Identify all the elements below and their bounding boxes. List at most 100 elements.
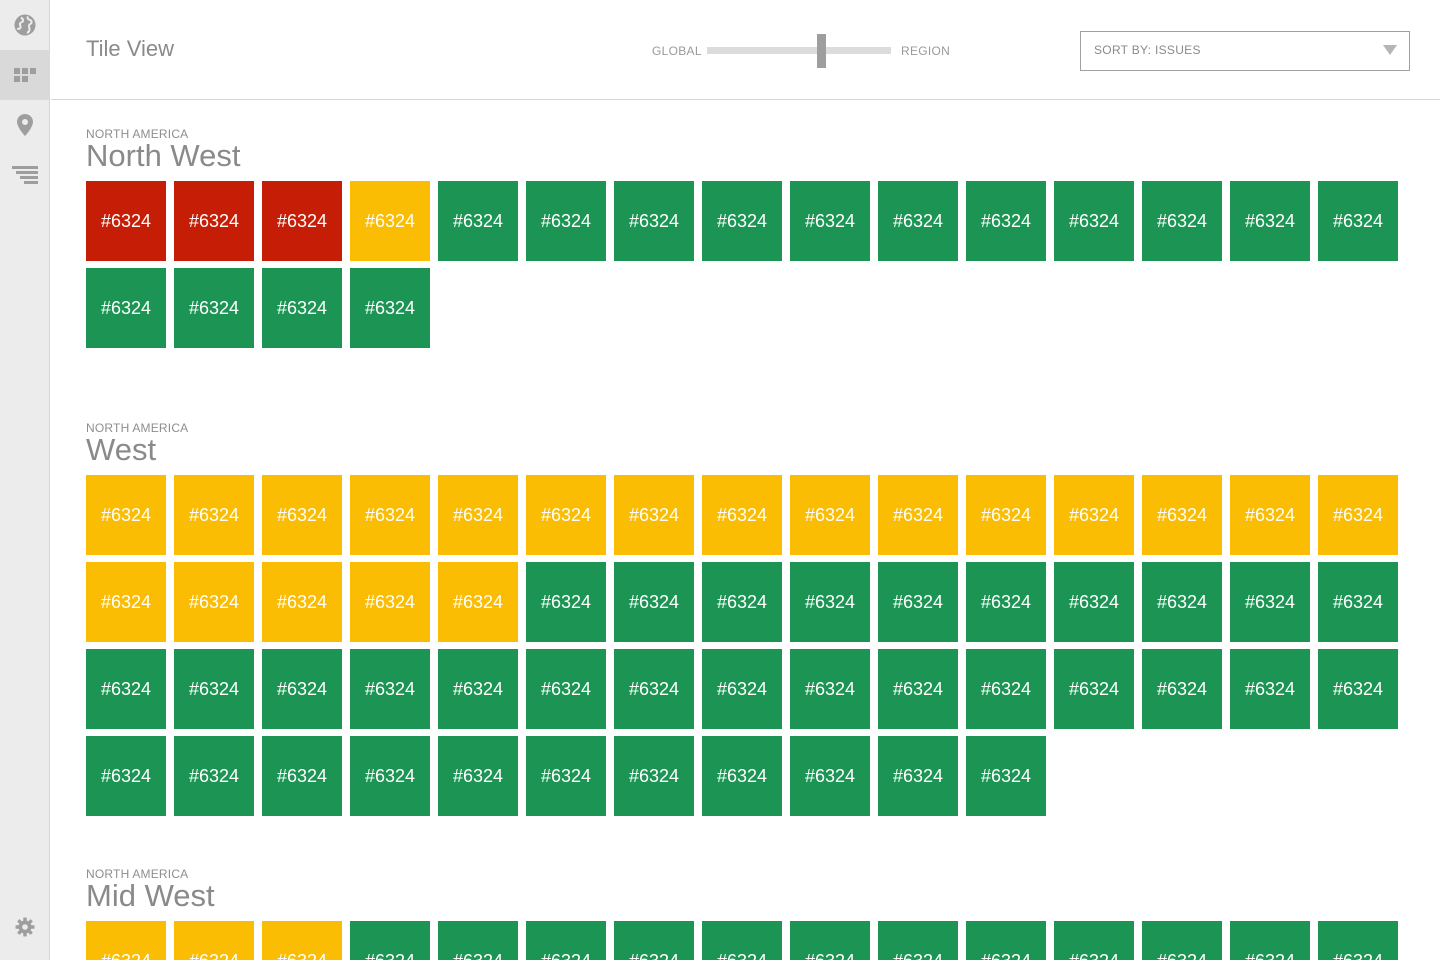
tile-green[interactable]: #6324 bbox=[966, 921, 1046, 960]
tile-yellow[interactable]: #6324 bbox=[702, 475, 782, 555]
tile-green[interactable]: #6324 bbox=[526, 562, 606, 642]
tile-green[interactable]: #6324 bbox=[1230, 181, 1310, 261]
tile-yellow[interactable]: #6324 bbox=[438, 475, 518, 555]
tile-green[interactable]: #6324 bbox=[262, 736, 342, 816]
tile-green[interactable]: #6324 bbox=[1054, 921, 1134, 960]
tile-green[interactable]: #6324 bbox=[86, 268, 166, 348]
tile-green[interactable]: #6324 bbox=[1318, 562, 1398, 642]
tile-green[interactable]: #6324 bbox=[1142, 181, 1222, 261]
tile-yellow[interactable]: #6324 bbox=[174, 475, 254, 555]
tile-green[interactable]: #6324 bbox=[790, 562, 870, 642]
tile-red[interactable]: #6324 bbox=[174, 181, 254, 261]
tile-yellow[interactable]: #6324 bbox=[174, 921, 254, 960]
tile-green[interactable]: #6324 bbox=[614, 649, 694, 729]
tile-green[interactable]: #6324 bbox=[878, 736, 958, 816]
tile-green[interactable]: #6324 bbox=[1318, 921, 1398, 960]
tile-green[interactable]: #6324 bbox=[438, 181, 518, 261]
tile-green[interactable]: #6324 bbox=[702, 649, 782, 729]
tile-green[interactable]: #6324 bbox=[262, 268, 342, 348]
tile-green[interactable]: #6324 bbox=[614, 921, 694, 960]
tile-green[interactable]: #6324 bbox=[438, 736, 518, 816]
tile-yellow[interactable]: #6324 bbox=[1054, 475, 1134, 555]
tile-green[interactable]: #6324 bbox=[702, 562, 782, 642]
nav-item-tiles[interactable] bbox=[0, 50, 50, 100]
tile-yellow[interactable]: #6324 bbox=[966, 475, 1046, 555]
tile-yellow[interactable]: #6324 bbox=[174, 562, 254, 642]
tile-green[interactable]: #6324 bbox=[438, 921, 518, 960]
tile-green[interactable]: #6324 bbox=[174, 649, 254, 729]
tile-green[interactable]: #6324 bbox=[1054, 649, 1134, 729]
tile-yellow[interactable]: #6324 bbox=[790, 475, 870, 555]
tile-green[interactable]: #6324 bbox=[262, 649, 342, 729]
tile-green[interactable]: #6324 bbox=[350, 736, 430, 816]
tile-yellow[interactable]: #6324 bbox=[350, 181, 430, 261]
tile-green[interactable]: #6324 bbox=[1318, 181, 1398, 261]
tile-green[interactable]: #6324 bbox=[966, 649, 1046, 729]
tile-green[interactable]: #6324 bbox=[1230, 921, 1310, 960]
tile-green[interactable]: #6324 bbox=[614, 736, 694, 816]
tile-yellow[interactable]: #6324 bbox=[878, 475, 958, 555]
tile-green[interactable]: #6324 bbox=[1142, 921, 1222, 960]
tile-green[interactable]: #6324 bbox=[86, 736, 166, 816]
tile-green[interactable]: #6324 bbox=[526, 181, 606, 261]
tile-yellow[interactable]: #6324 bbox=[1318, 475, 1398, 555]
tile-green[interactable]: #6324 bbox=[1230, 649, 1310, 729]
tile-green[interactable]: #6324 bbox=[1318, 649, 1398, 729]
tile-green[interactable]: #6324 bbox=[350, 268, 430, 348]
tile-green[interactable]: #6324 bbox=[702, 736, 782, 816]
tile-green[interactable]: #6324 bbox=[878, 562, 958, 642]
sort-dropdown[interactable]: SORT BY: ISSUES bbox=[1080, 31, 1410, 71]
tile-yellow[interactable]: #6324 bbox=[614, 475, 694, 555]
tile-green[interactable]: #6324 bbox=[966, 181, 1046, 261]
tile-yellow[interactable]: #6324 bbox=[86, 562, 166, 642]
tile-yellow[interactable]: #6324 bbox=[350, 562, 430, 642]
tile-yellow[interactable]: #6324 bbox=[262, 562, 342, 642]
tile-yellow[interactable]: #6324 bbox=[350, 475, 430, 555]
tile-red[interactable]: #6324 bbox=[262, 181, 342, 261]
tile-green[interactable]: #6324 bbox=[1054, 181, 1134, 261]
tile-green[interactable]: #6324 bbox=[614, 562, 694, 642]
tile-green[interactable]: #6324 bbox=[174, 268, 254, 348]
nav-item-map[interactable] bbox=[0, 100, 50, 150]
nav-item-globe[interactable] bbox=[0, 0, 50, 50]
tile-green[interactable]: #6324 bbox=[878, 181, 958, 261]
tile-green[interactable]: #6324 bbox=[790, 921, 870, 960]
tile-yellow[interactable]: #6324 bbox=[438, 562, 518, 642]
tile-green[interactable]: #6324 bbox=[614, 181, 694, 261]
tile-yellow[interactable]: #6324 bbox=[86, 921, 166, 960]
tile-green[interactable]: #6324 bbox=[1142, 562, 1222, 642]
tile-green[interactable]: #6324 bbox=[174, 736, 254, 816]
tile-green[interactable]: #6324 bbox=[966, 736, 1046, 816]
tile-yellow[interactable]: #6324 bbox=[526, 475, 606, 555]
tile-red[interactable]: #6324 bbox=[86, 181, 166, 261]
tile-yellow[interactable]: #6324 bbox=[262, 921, 342, 960]
tile-green[interactable]: #6324 bbox=[350, 649, 430, 729]
slider-track[interactable] bbox=[707, 47, 891, 54]
tile-green[interactable]: #6324 bbox=[790, 181, 870, 261]
globe-icon bbox=[14, 14, 36, 36]
slider-thumb[interactable] bbox=[816, 34, 826, 68]
tile-green[interactable]: #6324 bbox=[438, 649, 518, 729]
settings-button[interactable] bbox=[0, 902, 50, 952]
tile-green[interactable]: #6324 bbox=[1142, 649, 1222, 729]
tile-green[interactable]: #6324 bbox=[790, 736, 870, 816]
tile-green[interactable]: #6324 bbox=[86, 649, 166, 729]
tile-green[interactable]: #6324 bbox=[702, 921, 782, 960]
tile-green[interactable]: #6324 bbox=[1054, 562, 1134, 642]
tile-green[interactable]: #6324 bbox=[526, 921, 606, 960]
tile-yellow[interactable]: #6324 bbox=[86, 475, 166, 555]
tile-green[interactable]: #6324 bbox=[878, 649, 958, 729]
nav-item-list[interactable] bbox=[0, 150, 50, 200]
tile-yellow[interactable]: #6324 bbox=[1142, 475, 1222, 555]
tile-green[interactable]: #6324 bbox=[526, 736, 606, 816]
tile-yellow[interactable]: #6324 bbox=[262, 475, 342, 555]
tile-green[interactable]: #6324 bbox=[790, 649, 870, 729]
tile-green[interactable]: #6324 bbox=[350, 921, 430, 960]
tile-green[interactable]: #6324 bbox=[1230, 562, 1310, 642]
tile-green[interactable]: #6324 bbox=[702, 181, 782, 261]
tile-green[interactable]: #6324 bbox=[878, 921, 958, 960]
tile-green[interactable]: #6324 bbox=[966, 562, 1046, 642]
sidebar bbox=[0, 0, 50, 960]
tile-yellow[interactable]: #6324 bbox=[1230, 475, 1310, 555]
tile-green[interactable]: #6324 bbox=[526, 649, 606, 729]
